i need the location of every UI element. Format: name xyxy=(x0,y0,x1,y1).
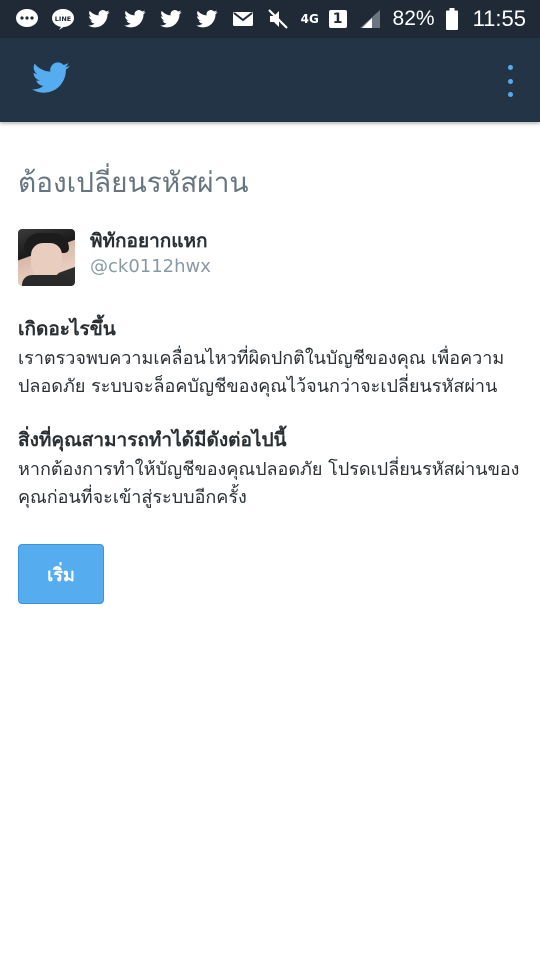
line-icon: LINE xyxy=(50,7,76,31)
signal-icon xyxy=(357,7,383,31)
start-button[interactable]: เริ่ม xyxy=(18,544,104,604)
user-card: พิทักอยากแหก @ck0112hwx xyxy=(18,229,523,286)
menu-dot xyxy=(507,78,513,84)
what-you-can-do-section: สิ่งที่คุณสามารถทำได้มีดังต่อไปนี้ หากต้… xyxy=(18,427,523,512)
user-info: พิทักอยากแหก @ck0112hwx xyxy=(90,229,211,279)
menu-dot xyxy=(507,65,513,70)
twitter-bird-icon xyxy=(86,7,112,31)
twitter-bird-icon xyxy=(158,7,184,31)
battery-level: 82% xyxy=(392,7,435,30)
chat-bubble-icon xyxy=(14,7,40,31)
user-name: พิทักอยากแหก xyxy=(90,230,208,252)
section-body: เราตรวจพบความเคลื่อนไหวที่ผิดปกติในบัญชี… xyxy=(18,348,505,397)
notification-icons: LINE xyxy=(14,7,256,31)
app-bar xyxy=(0,38,540,122)
twitter-bird-icon[interactable] xyxy=(32,62,70,96)
svg-text:LINE: LINE xyxy=(55,15,71,23)
status-bar: LINE 4G 1 82% 11:55 xyxy=(0,0,540,38)
page-title: ต้องเปลี่ยนรหัสผ่าน xyxy=(18,166,249,199)
overflow-menu-icon[interactable] xyxy=(502,65,518,97)
section-heading: เกิดอะไรขึ้น xyxy=(18,318,116,340)
system-indicators: 4G 1 82% 11:55 xyxy=(265,6,526,32)
mail-icon xyxy=(230,7,256,31)
network-type: 4G xyxy=(300,11,319,26)
avatar xyxy=(18,229,75,286)
clock: 11:55 xyxy=(472,6,526,31)
user-handle: @ck0112hwx xyxy=(90,256,211,277)
mute-icon xyxy=(265,7,291,31)
twitter-bird-icon xyxy=(194,7,220,31)
sim-indicator: 1 xyxy=(328,10,347,28)
twitter-bird-icon xyxy=(122,7,148,31)
menu-dot xyxy=(507,92,513,97)
battery-icon xyxy=(445,7,459,31)
what-happened-section: เกิดอะไรขึ้น เราตรวจพบความเคลื่อนไหวที่ผ… xyxy=(18,316,523,401)
section-body: หากต้องการทำให้บัญชีของคุณปลอดภัย โปรดเป… xyxy=(18,459,520,508)
section-heading: สิ่งที่คุณสามารถทำได้มีดังต่อไปนี้ xyxy=(18,429,287,451)
main-content: ต้องเปลี่ยนรหัสผ่าน พิทักอยากแหก @ck0112… xyxy=(18,122,523,604)
